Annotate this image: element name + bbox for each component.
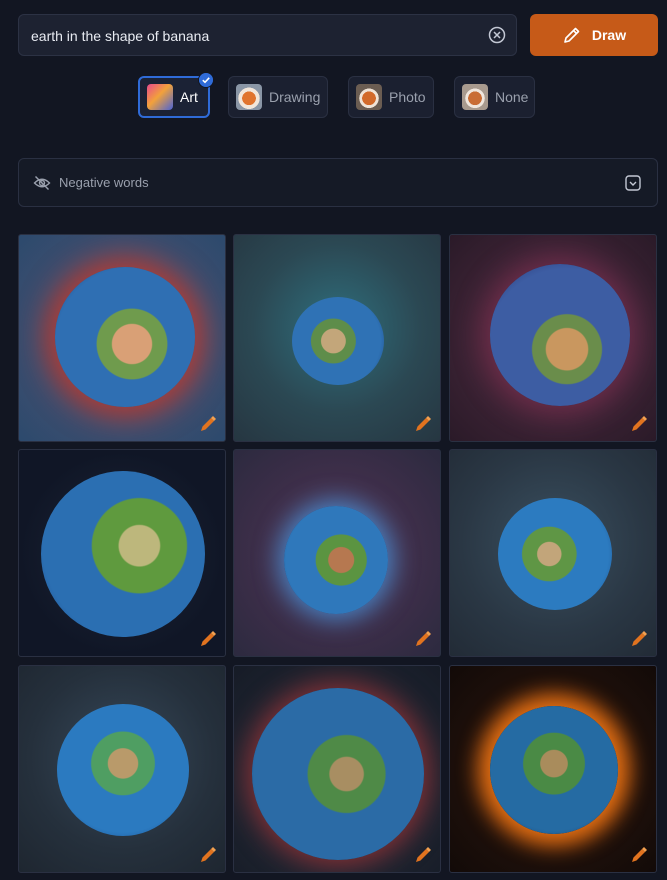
edit-icon[interactable] bbox=[629, 414, 649, 434]
photo-thumbnail bbox=[356, 84, 382, 110]
result-image-8[interactable] bbox=[233, 665, 441, 873]
result-image-6[interactable] bbox=[449, 449, 657, 657]
edit-icon[interactable] bbox=[413, 629, 433, 649]
earth-globe-5 bbox=[284, 506, 388, 614]
drawing-thumbnail bbox=[236, 84, 262, 110]
earth-globe-4 bbox=[41, 471, 205, 637]
check-icon bbox=[198, 72, 214, 88]
edit-icon[interactable] bbox=[198, 629, 218, 649]
earth-globe-1 bbox=[55, 267, 195, 407]
edit-icon[interactable] bbox=[198, 845, 218, 865]
earth-globe-8 bbox=[252, 688, 424, 860]
style-chip-photo[interactable]: Photo bbox=[348, 76, 434, 118]
negative-words-label: Negative words bbox=[59, 175, 149, 190]
earth-globe-9 bbox=[490, 706, 618, 834]
prompt-input[interactable] bbox=[29, 15, 473, 57]
eye-off-icon bbox=[33, 176, 51, 190]
result-image-2[interactable] bbox=[233, 234, 441, 442]
none-thumbnail bbox=[462, 84, 488, 110]
result-image-7[interactable] bbox=[18, 665, 226, 873]
edit-icon[interactable] bbox=[413, 414, 433, 434]
earth-globe-7 bbox=[57, 704, 189, 836]
style-chip-label: None bbox=[495, 89, 529, 105]
result-image-3[interactable] bbox=[449, 234, 657, 442]
draw-button-label: Draw bbox=[591, 27, 627, 43]
pencil-icon bbox=[564, 27, 580, 43]
earth-globe-2 bbox=[292, 297, 384, 385]
result-image-5[interactable] bbox=[233, 449, 441, 657]
clear-icon[interactable] bbox=[488, 26, 506, 44]
edit-icon[interactable] bbox=[198, 414, 218, 434]
chevron-down-icon[interactable] bbox=[625, 175, 641, 191]
edit-icon[interactable] bbox=[629, 845, 649, 865]
edit-icon[interactable] bbox=[413, 845, 433, 865]
earth-globe-3 bbox=[490, 264, 630, 406]
earth-globe-6 bbox=[498, 498, 612, 610]
result-image-4[interactable] bbox=[18, 449, 226, 657]
result-image-1[interactable] bbox=[18, 234, 226, 442]
prompt-search-box[interactable] bbox=[18, 14, 517, 57]
result-image-9[interactable] bbox=[449, 665, 657, 873]
style-chip-label: Drawing bbox=[269, 89, 321, 105]
style-chip-none[interactable]: None bbox=[454, 76, 535, 118]
style-chip-label: Art bbox=[180, 89, 198, 105]
art-thumbnail bbox=[147, 84, 173, 110]
style-chip-art[interactable]: Art bbox=[138, 72, 214, 118]
style-chip-label: Photo bbox=[389, 89, 426, 105]
draw-button[interactable]: Draw bbox=[530, 14, 658, 56]
edit-icon[interactable] bbox=[629, 629, 649, 649]
negative-words-panel[interactable]: Negative words bbox=[18, 158, 658, 207]
style-chip-drawing[interactable]: Drawing bbox=[228, 76, 328, 118]
